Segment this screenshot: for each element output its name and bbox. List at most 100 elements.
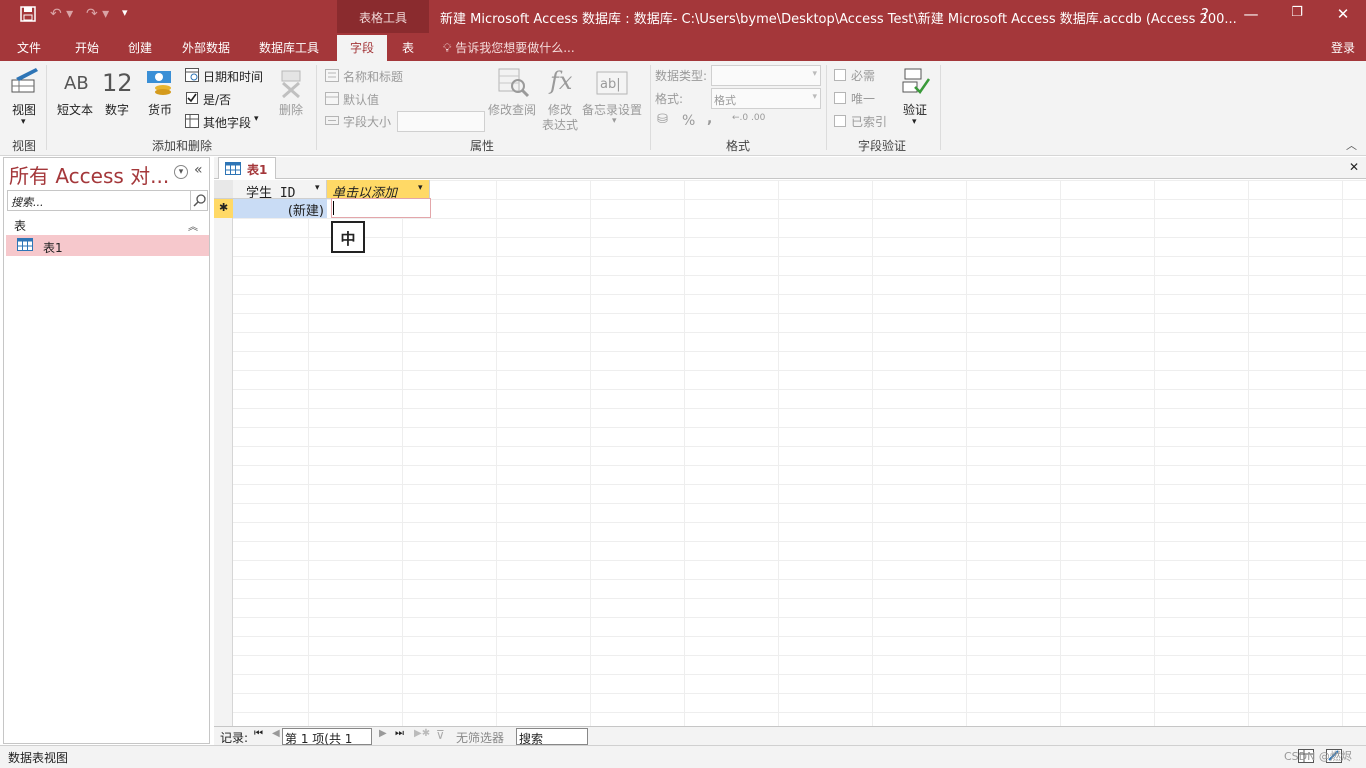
new-record-id-cell[interactable]: (新建) [233,199,327,219]
modify-expression-button-line2: 表达式 [542,118,579,132]
memo-dropdown-icon[interactable]: ▾ [612,116,617,126]
previous-record-icon[interactable]: ◀︎ [272,728,280,739]
tell-me-box[interactable]: 💡︎ 告诉我您想要做什么... [443,39,575,56]
collapse-ribbon-icon[interactable]: ︿ [1346,137,1357,153]
undo-icon[interactable]: ↶ ▾ [50,6,73,22]
nav-menu-chevron-icon[interactable]: ▾ [174,165,188,179]
view-icon[interactable] [10,66,42,96]
new-record-marker[interactable]: ✱ [214,199,233,218]
ribbon: 视图 ▾ 视图 AB 短文本 12 数字 货币 日期和时间 是/否 其他字段 ▾… [0,61,1366,156]
current-record-input[interactable]: 第 1 项(共 1 项) [282,728,372,763]
percent-button[interactable]: % [682,113,695,129]
currency-button[interactable]: 货币 [148,101,172,118]
field-size-input[interactable] [397,111,485,132]
nav-search-placeholder: 搜索... [11,196,44,209]
increase-decimals-icon[interactable]: ←.0 .00 [732,113,765,123]
group-separator [826,65,827,150]
svg-text:ab|: ab| [600,77,621,92]
tab-home[interactable]: 开始 [75,39,99,56]
data-type-dropdown[interactable]: ▾ [711,65,821,86]
close-document-icon[interactable]: ✕ [1349,160,1359,174]
nav-item-table1[interactable]: 表1 [6,235,209,256]
modify-lookups-button[interactable]: 修改查阅 [488,101,536,118]
format-label: 格式: [655,92,684,106]
group-formatting-label: 格式 [726,139,751,153]
datasheet-grid[interactable] [214,180,1366,726]
indexed-label: 已索引 [851,115,888,129]
collapse-group-icon[interactable]: ︽ [188,218,198,233]
unique-checkbox[interactable] [834,92,846,104]
document-tab-label: 表1 [247,163,268,177]
close-button[interactable]: ✕ [1328,5,1358,23]
tab-fields[interactable]: 字段 [337,35,387,61]
required-checkbox[interactable] [834,69,846,81]
column-dropdown-icon[interactable]: ▾ [418,183,423,193]
group-separator [940,65,941,150]
yesno-checkbox-icon [186,92,198,104]
nav-category-tables[interactable]: 表 [14,217,26,234]
short-text-button[interactable]: 短文本 [57,101,93,118]
indexed-checkbox[interactable] [834,115,846,127]
document-tab-bar: 表1 ✕ [214,157,1366,179]
column-header-click-to-add[interactable]: 单击以添加 ▾ [327,180,430,201]
redo-icon[interactable]: ↷ ▾ [86,6,109,22]
tab-create[interactable]: 创建 [128,39,152,56]
name-caption-icon [325,69,339,82]
nav-search-input[interactable]: 搜索... [7,190,208,211]
new-record-nav-icon[interactable]: ▶✱ [414,728,430,739]
short-text-icon: AB [64,73,89,94]
view-dropdown-icon[interactable]: ▾ [21,117,26,127]
minimize-button[interactable]: — [1236,5,1266,23]
search-icon[interactable] [190,191,208,210]
column-header-student-id[interactable]: 学生 ID ▾ [233,180,327,201]
help-button[interactable]: ? [1190,5,1220,23]
new-record-asterisk-icon: ✱ [219,201,229,214]
status-bar: 数据表视图 CSDN @燃烬 [0,745,1366,768]
next-record-icon[interactable]: ▶︎ [379,728,387,739]
restore-button[interactable]: ❐ [1282,5,1312,20]
validation-button[interactable]: 验证 [903,101,927,118]
nav-pane-title[interactable]: 所有 Access 对... [9,160,169,189]
number-button[interactable]: 数字 [105,101,129,118]
table-icon [225,162,241,175]
validation-dropdown-icon[interactable]: ▾ [912,117,917,127]
save-icon[interactable] [20,6,36,22]
tab-external-data[interactable]: 外部数据 [182,39,230,56]
watermark-text: CSDN @燃烬 [1284,750,1352,763]
document-tab-table1[interactable]: 表1 [218,157,276,179]
modify-lookups-icon [498,68,530,98]
tab-database-tools[interactable]: 数据库工具 [259,39,319,56]
more-fields-button[interactable]: 其他字段 [203,114,251,131]
filter-status[interactable]: 无筛选器 [456,729,504,746]
tab-file[interactable]: 文件 [17,39,41,56]
tell-me-text: 告诉我您想要做什么... [455,41,575,55]
delete-button[interactable]: 删除 [279,101,303,118]
more-fields-dropdown-icon[interactable]: ▾ [254,114,259,124]
shutter-bar-close-icon[interactable]: « [194,162,203,178]
tab-table[interactable]: 表 [402,39,414,56]
sign-in-link[interactable]: 登录 [1331,39,1355,56]
last-record-icon[interactable]: ⏭︎ [395,728,404,739]
name-caption-button[interactable]: 名称和标题 [343,68,403,85]
active-cell-editor[interactable] [331,198,431,218]
view-button[interactable]: 视图 [12,101,36,118]
first-record-icon[interactable]: ⏮︎ [254,728,263,739]
ime-indicator: 中 [331,221,365,253]
format-dropdown[interactable]: 格式 ▾ [711,88,821,109]
default-value-button[interactable]: 默认值 [343,91,379,108]
yesno-button[interactable]: 是/否 [203,91,231,108]
record-search-input[interactable]: 搜索 [516,728,588,746]
datetime-button[interactable]: 日期和时间 [203,68,263,85]
select-all-corner[interactable] [214,180,233,199]
group-views-label: 视图 [12,139,37,153]
chevron-down-icon: ▾ [812,69,817,79]
memo-settings-icon: ab| [596,71,628,95]
customize-qat-icon[interactable]: ▾ [122,6,128,19]
status-view-name: 数据表视图 [8,751,69,765]
column-dropdown-icon[interactable]: ▾ [315,183,320,193]
chevron-down-icon: ▾ [812,92,817,102]
currency-format-icon[interactable]: ⛁ [657,112,668,127]
comma-button[interactable]: , [707,111,712,127]
group-properties-label: 属性 [470,139,495,153]
field-size-label: 字段大小 [343,115,392,129]
